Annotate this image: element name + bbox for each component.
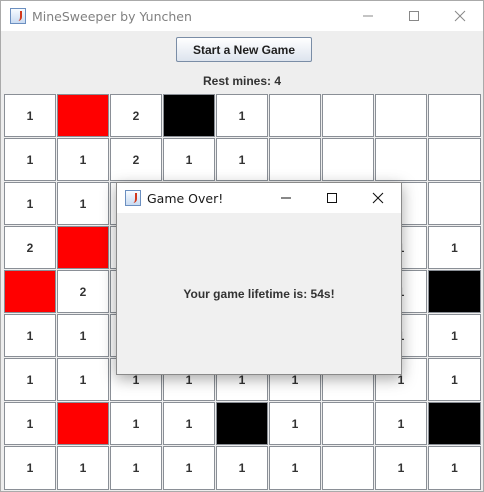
mine-cell[interactable]: 1 [4, 446, 56, 490]
minimize-icon [281, 197, 291, 199]
window-title: MineSweeper by Yunchen [32, 8, 192, 24]
mine-cell[interactable] [322, 446, 374, 490]
mine-cell[interactable]: 1 [375, 446, 427, 490]
mine-cell[interactable] [322, 138, 374, 181]
mine-cell[interactable] [375, 138, 427, 181]
dialog-title-bar[interactable]: Game Over! [117, 183, 401, 213]
mine-cell[interactable] [428, 402, 481, 445]
java-app-icon [125, 190, 141, 206]
mine-cell[interactable]: 1 [110, 446, 162, 490]
maximize-button[interactable] [391, 1, 437, 31]
minimize-icon [363, 15, 373, 17]
mine-cell[interactable]: 2 [110, 94, 162, 137]
dialog-close-button[interactable] [355, 183, 401, 213]
mine-cell[interactable]: 1 [4, 358, 56, 401]
mine-cell[interactable]: 1 [428, 446, 481, 490]
mine-cell[interactable]: 1 [57, 314, 109, 357]
mine-cell[interactable]: 1 [163, 402, 215, 445]
mine-cell[interactable] [57, 226, 109, 269]
mine-cell[interactable]: 1 [4, 94, 56, 137]
mine-cell[interactable] [322, 94, 374, 137]
mine-cell[interactable]: 1 [57, 446, 109, 490]
mine-cell[interactable]: 2 [57, 270, 109, 313]
mine-cell[interactable]: 1 [216, 94, 268, 137]
mine-cell[interactable]: 1 [269, 446, 321, 490]
maximize-icon [409, 11, 419, 21]
mine-cell[interactable] [57, 94, 109, 137]
mine-cell[interactable]: 1 [216, 446, 268, 490]
mine-cell[interactable]: 1 [428, 226, 481, 269]
mine-cell[interactable]: 1 [269, 402, 321, 445]
mine-cell[interactable]: 1 [57, 182, 109, 225]
mine-cell[interactable]: 1 [163, 138, 215, 181]
mine-cell[interactable]: 2 [4, 226, 56, 269]
mine-cell[interactable] [163, 94, 215, 137]
dialog-minimize-button[interactable] [263, 183, 309, 213]
mine-cell[interactable]: 1 [375, 402, 427, 445]
mine-cell[interactable] [269, 94, 321, 137]
mine-cell[interactable]: 1 [428, 358, 481, 401]
mine-cell[interactable] [322, 402, 374, 445]
close-icon [454, 10, 466, 22]
rest-mines-label: Rest mines: 4 [202, 74, 282, 88]
mine-cell[interactable] [428, 138, 481, 181]
toolbar: Start a New Game Rest mines: 4 [1, 31, 483, 95]
mine-cell[interactable]: 2 [110, 138, 162, 181]
mine-cell[interactable]: 1 [57, 358, 109, 401]
mine-cell[interactable] [269, 138, 321, 181]
dialog-maximize-button[interactable] [309, 183, 355, 213]
mine-cell[interactable]: 1 [57, 138, 109, 181]
mine-cell[interactable] [428, 182, 481, 225]
title-bar[interactable]: MineSweeper by Yunchen [1, 1, 483, 31]
game-lifetime-message: Your game lifetime is: 54s! [183, 287, 335, 301]
mine-cell[interactable] [216, 402, 268, 445]
minimize-button[interactable] [345, 1, 391, 31]
dialog-title: Game Over! [147, 190, 224, 206]
maximize-icon [327, 193, 337, 203]
mine-cell[interactable]: 1 [428, 314, 481, 357]
mine-cell[interactable]: 1 [110, 402, 162, 445]
mine-cell[interactable] [4, 270, 56, 313]
mine-cell[interactable] [57, 402, 109, 445]
mine-cell[interactable] [428, 94, 481, 137]
mine-cell[interactable]: 1 [216, 138, 268, 181]
mine-cell[interactable]: 1 [4, 182, 56, 225]
mine-cell[interactable]: 1 [163, 446, 215, 490]
mine-cell[interactable]: 1 [4, 314, 56, 357]
close-icon [372, 192, 384, 204]
java-app-icon [10, 8, 26, 24]
mine-cell[interactable]: 1 [4, 138, 56, 181]
close-button[interactable] [437, 1, 483, 31]
mine-cell[interactable] [428, 270, 481, 313]
game-over-dialog: Game Over! Your game lifetime is: 54s! [116, 182, 402, 375]
mine-cell[interactable] [375, 94, 427, 137]
start-new-game-button[interactable]: Start a New Game [176, 37, 312, 62]
mine-cell[interactable]: 1 [4, 402, 56, 445]
